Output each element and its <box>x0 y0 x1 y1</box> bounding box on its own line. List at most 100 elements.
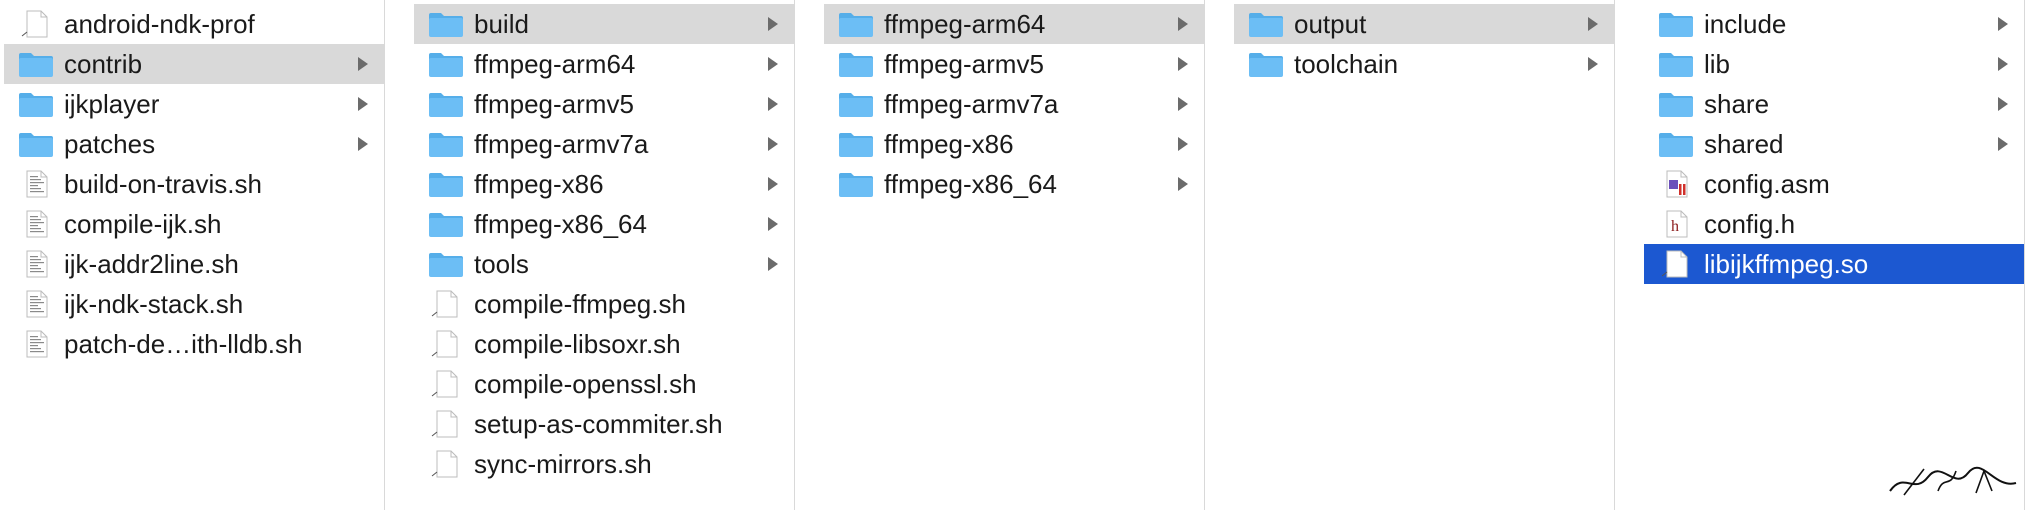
shell-script-icon <box>26 210 48 238</box>
folder-item-toolchain[interactable]: toolchain <box>1234 44 1614 84</box>
document-icon <box>21 10 48 38</box>
item-label: config.asm <box>1704 169 1830 199</box>
folder-item-ffmpeg-armv7a[interactable]: ffmpeg-armv7a <box>824 84 1204 124</box>
item-label: ffmpeg-armv5 <box>474 89 634 119</box>
chevron-right-icon <box>768 17 778 31</box>
chevron-right-icon <box>768 97 778 111</box>
folder-item-output[interactable]: output <box>1234 4 1614 44</box>
file-item-compile-libsoxr-sh[interactable]: compile-libsoxr.sh <box>414 324 794 364</box>
folder-item-lib[interactable]: lib <box>1644 44 2024 84</box>
shell-script-icon <box>26 330 48 358</box>
column-4[interactable]: output toolchain <box>1234 0 1615 510</box>
item-label: ffmpeg-x86 <box>884 129 1014 159</box>
shell-script-icon <box>26 170 48 198</box>
folder-item-ffmpeg-armv5[interactable]: ffmpeg-armv5 <box>824 44 1204 84</box>
chevron-right-icon <box>1178 177 1188 191</box>
signature-watermark <box>1884 461 2024 506</box>
item-label: ffmpeg-armv7a <box>474 129 649 159</box>
item-label: toolchain <box>1294 49 1399 79</box>
folder-item-shared[interactable]: shared <box>1644 124 2024 164</box>
document-icon <box>431 370 458 398</box>
folder-item-ffmpeg-x86-64[interactable]: ffmpeg-x86_64 <box>414 204 794 244</box>
item-label: android-ndk-prof <box>64 9 255 39</box>
document-icon <box>431 290 458 318</box>
folder-item-contrib[interactable]: contrib <box>4 44 384 84</box>
folder-item-ffmpeg-x86-64[interactable]: ffmpeg-x86_64 <box>824 164 1204 204</box>
folder-icon <box>1659 93 1693 117</box>
item-label: ijkplayer <box>64 89 160 119</box>
item-label: share <box>1704 89 1770 119</box>
folder-item-ffmpeg-arm64[interactable]: ffmpeg-arm64 <box>824 4 1204 44</box>
file-item-setup-as-commiter-sh[interactable]: setup-as-commiter.sh <box>414 404 794 444</box>
folder-icon <box>429 133 463 157</box>
file-item-libijkffmpeg-so[interactable]: libijkffmpeg.so <box>1644 244 2024 284</box>
file-item-config-asm[interactable]: config.asm <box>1644 164 2024 204</box>
item-label: include <box>1704 9 1787 39</box>
chevron-right-icon <box>1998 57 2008 71</box>
chevron-right-icon <box>1998 97 2008 111</box>
item-label: sync-mirrors.sh <box>474 449 652 479</box>
column-5[interactable]: include lib share shared config.asm h config.h… <box>1644 0 2025 510</box>
header-file-icon: h <box>1666 210 1688 238</box>
folder-item-ffmpeg-armv5[interactable]: ffmpeg-armv5 <box>414 84 794 124</box>
chevron-right-icon <box>768 57 778 71</box>
chevron-right-icon <box>1998 137 2008 151</box>
file-item-compile-ijk-sh[interactable]: compile-ijk.sh <box>4 204 384 244</box>
item-label: libijkffmpeg.so <box>1704 249 1869 279</box>
item-label: ffmpeg-armv5 <box>884 49 1044 79</box>
item-label: contrib <box>64 49 143 79</box>
folder-item-include[interactable]: include <box>1644 4 2024 44</box>
chevron-right-icon <box>1178 97 1188 111</box>
folder-item-ijkplayer[interactable]: ijkplayer <box>4 84 384 124</box>
assembly-file-icon <box>1666 170 1688 198</box>
file-item-android-ndk-prof[interactable]: android-ndk-prof <box>4 4 384 44</box>
item-label: lib <box>1704 49 1731 79</box>
shell-script-icon <box>26 250 48 278</box>
document-icon <box>431 450 458 478</box>
item-label: patch-de…ith-lldb.sh <box>64 329 303 359</box>
folder-item-ffmpeg-x86[interactable]: ffmpeg-x86 <box>414 164 794 204</box>
file-item-sync-mirrors-sh[interactable]: sync-mirrors.sh <box>414 444 794 484</box>
column-browser: android-ndk-prof contrib ijkplayer patches b… <box>0 0 2036 510</box>
item-label: ffmpeg-x86_64 <box>884 169 1057 199</box>
folder-item-ffmpeg-arm64[interactable]: ffmpeg-arm64 <box>414 44 794 84</box>
folder-item-share[interactable]: share <box>1644 84 2024 124</box>
item-label: patches <box>64 129 156 159</box>
column-1[interactable]: android-ndk-prof contrib ijkplayer patches b… <box>4 0 385 510</box>
folder-item-ffmpeg-armv7a[interactable]: ffmpeg-armv7a <box>414 124 794 164</box>
chevron-right-icon <box>768 177 778 191</box>
folder-item-tools[interactable]: tools <box>414 244 794 284</box>
column-3[interactable]: ffmpeg-arm64 ffmpeg-armv5 ffmpeg-armv7a ffm… <box>824 0 1205 510</box>
file-item-build-on-travis-sh[interactable]: build-on-travis.sh <box>4 164 384 204</box>
folder-item-ffmpeg-x86[interactable]: ffmpeg-x86 <box>824 124 1204 164</box>
folder-icon <box>19 133 53 157</box>
file-item-compile-openssl-sh[interactable]: compile-openssl.sh <box>414 364 794 404</box>
chevron-right-icon <box>358 97 368 111</box>
item-label: compile-openssl.sh <box>474 369 697 399</box>
chevron-right-icon <box>1178 137 1188 151</box>
folder-icon <box>839 133 873 157</box>
folder-icon <box>19 53 53 77</box>
chevron-right-icon <box>1178 57 1188 71</box>
file-item-ijk-ndk-stack-sh[interactable]: ijk-ndk-stack.sh <box>4 284 384 324</box>
file-item-compile-ffmpeg-sh[interactable]: compile-ffmpeg.sh <box>414 284 794 324</box>
item-label: ijk-addr2line.sh <box>64 249 239 279</box>
file-item-patch-de-ith-lldb-sh[interactable]: patch-de…ith-lldb.sh <box>4 324 384 364</box>
chevron-right-icon <box>1588 17 1598 31</box>
item-label: ffmpeg-armv7a <box>884 89 1059 119</box>
chevron-right-icon <box>768 137 778 151</box>
file-item-config-h[interactable]: h config.h <box>1644 204 2024 244</box>
document-icon <box>431 330 458 358</box>
folder-icon <box>429 53 463 77</box>
column-2[interactable]: build ffmpeg-arm64 ffmpeg-armv5 ffmpeg-armv… <box>414 0 795 510</box>
file-item-ijk-addr2line-sh[interactable]: ijk-addr2line.sh <box>4 244 384 284</box>
item-label: compile-ffmpeg.sh <box>474 289 686 319</box>
item-label: setup-as-commiter.sh <box>474 409 723 439</box>
chevron-right-icon <box>358 137 368 151</box>
shell-script-icon <box>26 290 48 318</box>
folder-item-patches[interactable]: patches <box>4 124 384 164</box>
item-label: ffmpeg-arm64 <box>474 49 636 79</box>
folder-item-build[interactable]: build <box>414 4 794 44</box>
item-label: shared <box>1704 129 1784 159</box>
folder-icon <box>1249 53 1283 77</box>
